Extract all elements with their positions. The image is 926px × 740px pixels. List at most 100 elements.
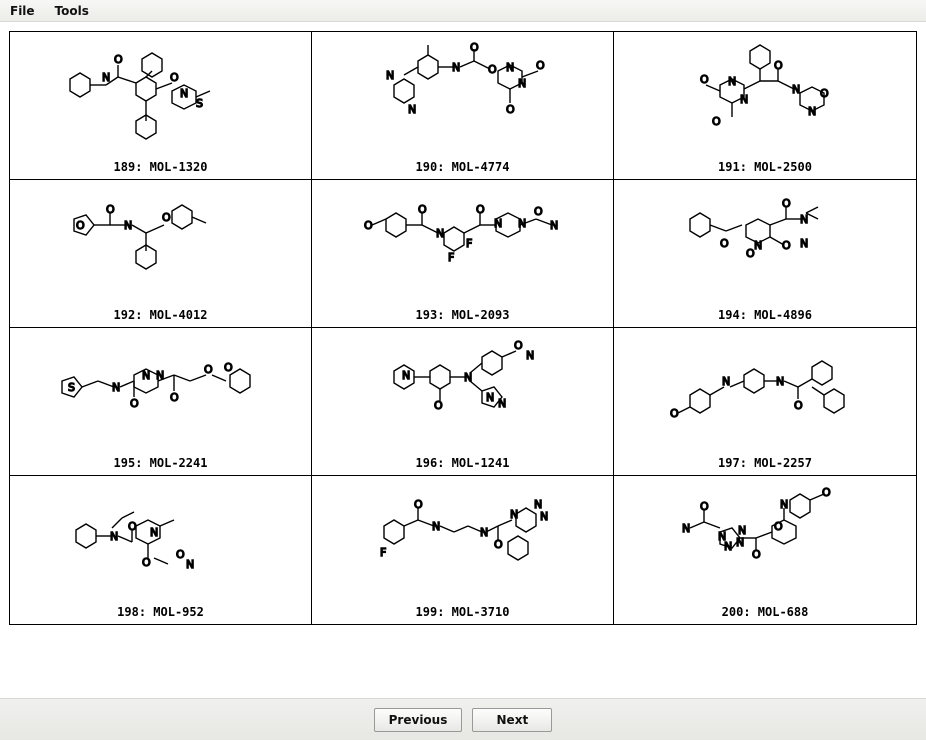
svg-text:N: N bbox=[724, 540, 732, 553]
svg-text:N: N bbox=[740, 93, 748, 106]
svg-text:O: O bbox=[794, 399, 803, 412]
svg-text:O: O bbox=[224, 361, 233, 374]
molecule-cell[interactable]: O O N F F O bbox=[312, 180, 614, 328]
svg-text:O: O bbox=[670, 407, 679, 420]
svg-text:O: O bbox=[712, 115, 721, 128]
structure-icon: O O N F F O bbox=[312, 180, 613, 308]
structure-icon: N N N O O N N O bbox=[312, 32, 613, 160]
svg-text:S: S bbox=[68, 381, 75, 394]
svg-text:O: O bbox=[774, 59, 783, 72]
svg-text:O: O bbox=[534, 205, 543, 218]
svg-text:O: O bbox=[470, 41, 479, 54]
svg-text:N: N bbox=[110, 530, 118, 543]
svg-text:O: O bbox=[536, 59, 545, 72]
svg-text:N: N bbox=[792, 83, 800, 96]
svg-text:N: N bbox=[498, 397, 506, 410]
menu-file[interactable]: File bbox=[6, 2, 45, 20]
svg-text:O: O bbox=[820, 87, 829, 100]
molecule-caption: 199: MOL-3710 bbox=[416, 605, 510, 621]
structure-icon: N O O N S bbox=[10, 32, 311, 160]
svg-text:N: N bbox=[754, 239, 762, 252]
svg-text:N: N bbox=[186, 558, 194, 571]
svg-text:N: N bbox=[550, 219, 558, 232]
molecule-cell[interactable]: N N N O O N N O bbox=[312, 32, 614, 180]
svg-text:O: O bbox=[774, 520, 783, 533]
svg-text:F: F bbox=[466, 237, 472, 250]
svg-text:N: N bbox=[386, 69, 394, 82]
molecule-grid: N O O N S bbox=[9, 31, 917, 625]
molecule-caption: 200: MOL-688 bbox=[722, 605, 809, 621]
svg-text:N: N bbox=[480, 526, 488, 539]
molecule-cell[interactable]: O N N O bbox=[614, 328, 916, 476]
svg-text:O: O bbox=[106, 203, 115, 216]
svg-text:O: O bbox=[700, 73, 709, 86]
structure-icon: S N O N N O bbox=[10, 328, 311, 456]
svg-text:O: O bbox=[162, 211, 171, 224]
svg-text:O: O bbox=[476, 203, 485, 216]
svg-text:N: N bbox=[436, 227, 444, 240]
svg-text:N: N bbox=[808, 105, 816, 118]
molecule-caption: 191: MOL-2500 bbox=[718, 160, 812, 176]
molecule-cell[interactable]: N O N O N N bbox=[312, 328, 614, 476]
svg-text:O: O bbox=[170, 391, 179, 404]
svg-text:N: N bbox=[682, 522, 690, 535]
svg-text:O: O bbox=[752, 548, 761, 561]
svg-text:N: N bbox=[526, 349, 534, 362]
svg-text:O: O bbox=[494, 538, 503, 551]
molecule-cell[interactable]: F O N N O N bbox=[312, 476, 614, 624]
svg-text:F: F bbox=[448, 251, 454, 264]
svg-text:N: N bbox=[402, 369, 410, 382]
svg-text:O: O bbox=[514, 339, 523, 352]
svg-text:N: N bbox=[142, 369, 150, 382]
svg-text:N: N bbox=[432, 520, 440, 533]
svg-text:N: N bbox=[728, 75, 736, 88]
structure-icon: N O N N N N O bbox=[614, 476, 916, 605]
svg-text:N: N bbox=[124, 219, 132, 232]
molecule-cell[interactable]: N O N O O N bbox=[10, 476, 312, 624]
svg-text:O: O bbox=[418, 203, 427, 216]
svg-text:N: N bbox=[180, 87, 188, 100]
molecule-cell[interactable]: O O N O 192: M bbox=[10, 180, 312, 328]
svg-text:N: N bbox=[738, 524, 746, 537]
menubar: File Tools bbox=[0, 0, 926, 22]
molecule-cell[interactable]: N O O N S bbox=[10, 32, 312, 180]
svg-text:F: F bbox=[380, 546, 386, 559]
svg-text:O: O bbox=[364, 219, 373, 232]
svg-text:N: N bbox=[408, 103, 416, 116]
svg-text:N: N bbox=[486, 391, 494, 404]
molecule-caption: 189: MOL-1320 bbox=[114, 160, 208, 176]
svg-text:O: O bbox=[114, 53, 123, 66]
svg-text:O: O bbox=[488, 63, 497, 76]
svg-text:O: O bbox=[204, 363, 213, 376]
structure-icon: F O N N O N bbox=[312, 476, 613, 605]
svg-text:O: O bbox=[506, 103, 515, 116]
svg-text:N: N bbox=[540, 510, 548, 523]
structure-icon: N N O O O N O N bbox=[614, 32, 916, 160]
molecule-caption: 190: MOL-4774 bbox=[416, 160, 510, 176]
svg-text:N: N bbox=[506, 61, 514, 74]
svg-text:O: O bbox=[414, 498, 423, 511]
molecule-caption: 193: MOL-2093 bbox=[416, 308, 510, 324]
molecule-caption: 194: MOL-4896 bbox=[718, 308, 812, 324]
molecule-cell[interactable]: S N O N N O bbox=[10, 328, 312, 476]
molecule-cell[interactable]: N O N N N N O bbox=[614, 476, 916, 624]
svg-text:N: N bbox=[800, 237, 808, 250]
next-button[interactable]: Next bbox=[472, 708, 552, 732]
footer: Previous Next bbox=[0, 698, 926, 740]
molecule-caption: 197: MOL-2257 bbox=[718, 456, 812, 472]
structure-icon: N O N O O N bbox=[10, 476, 311, 605]
svg-text:O: O bbox=[176, 548, 185, 561]
content: N O O N S bbox=[0, 22, 926, 634]
svg-text:N: N bbox=[150, 526, 158, 539]
previous-button[interactable]: Previous bbox=[374, 708, 463, 732]
molecule-cell[interactable]: O N O O N O N bbox=[614, 180, 916, 328]
svg-text:N: N bbox=[452, 61, 460, 74]
structure-icon: O N N O bbox=[614, 328, 916, 456]
structure-icon: O N O O N O N bbox=[614, 180, 916, 308]
structure-icon: N O N O N N bbox=[312, 328, 613, 456]
svg-text:N: N bbox=[494, 217, 502, 230]
svg-text:O: O bbox=[746, 247, 755, 260]
molecule-cell[interactable]: N N O O O N O N bbox=[614, 32, 916, 180]
menu-tools[interactable]: Tools bbox=[51, 2, 99, 20]
svg-text:O: O bbox=[170, 71, 179, 84]
